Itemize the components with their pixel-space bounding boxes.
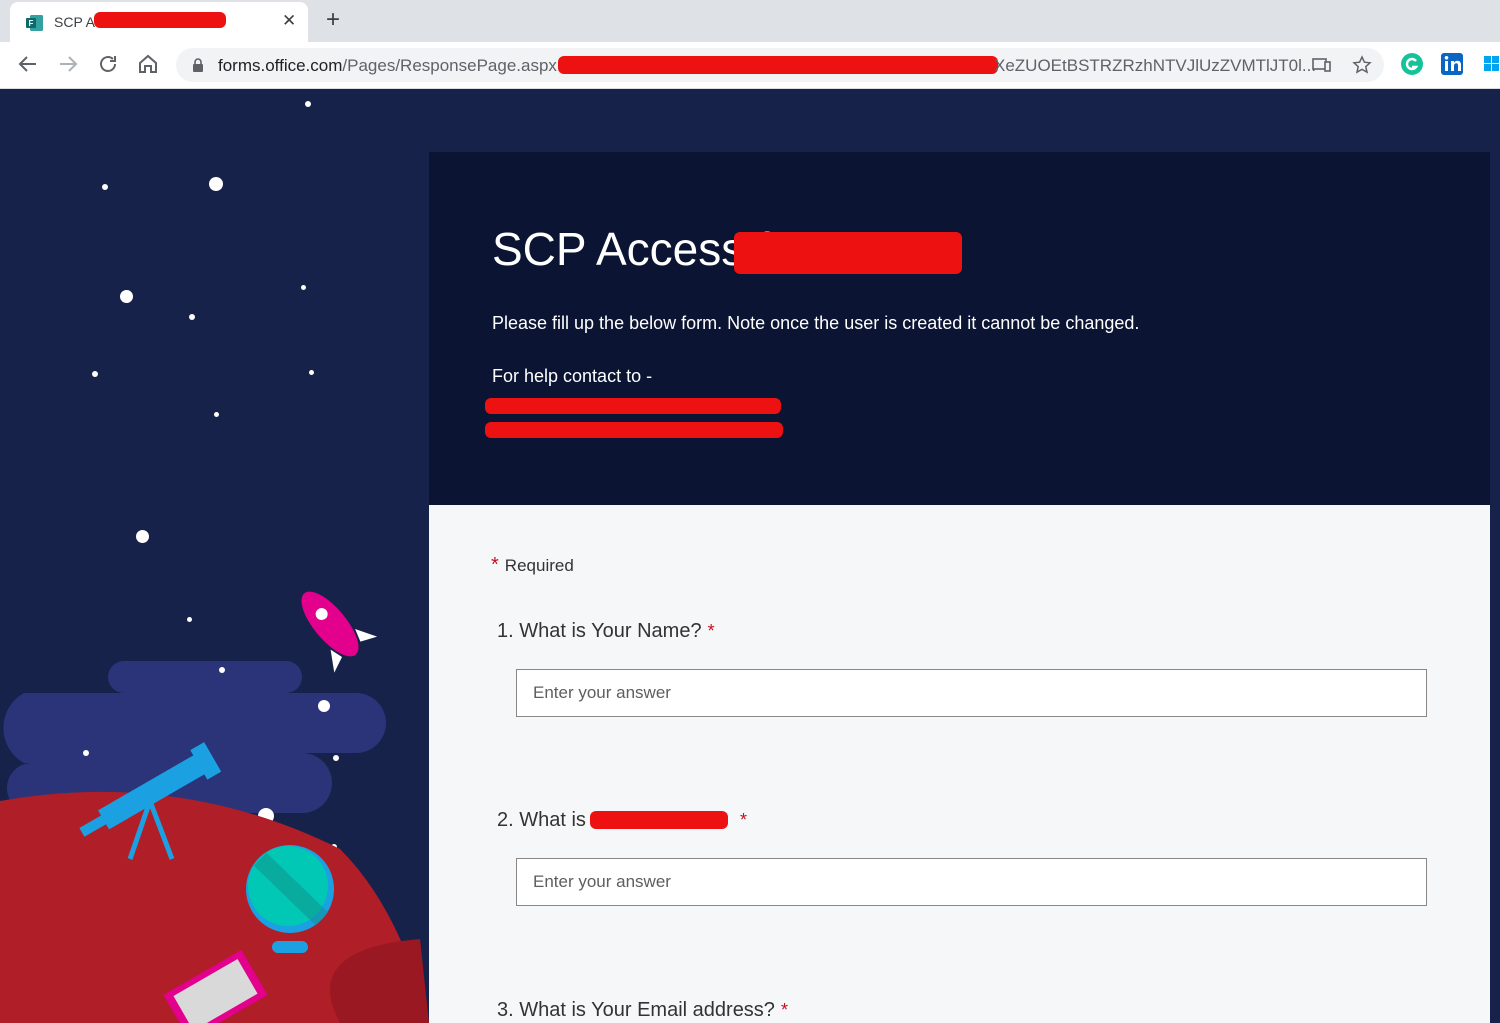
tab-strip: F SCP Access ✕ + xyxy=(0,0,1500,42)
address-bar[interactable]: forms.office.com/Pages/ResponsePage.aspx… xyxy=(176,48,1384,82)
form-body: *Required 1. What is Your Name?* 2. What… xyxy=(429,505,1490,1023)
lock-icon xyxy=(193,58,203,72)
reload-icon[interactable] xyxy=(96,52,120,76)
browser-tab[interactable]: F SCP Access ✕ xyxy=(10,2,308,42)
windows-icon[interactable] xyxy=(1482,52,1500,76)
new-tab-button[interactable]: + xyxy=(326,6,340,34)
help-contact-text: For help contact to - xyxy=(492,366,653,386)
planet-scene xyxy=(0,591,429,1023)
question-1: 1. What is Your Name? * xyxy=(497,620,715,643)
svg-text:F: F xyxy=(29,19,34,28)
question-number: 2. xyxy=(497,809,514,831)
required-marker: * xyxy=(707,621,715,641)
required-marker: * xyxy=(739,810,747,830)
forms-app-icon: F xyxy=(26,15,43,31)
form-header: SCP Access for Please fill up the below … xyxy=(429,152,1490,505)
home-icon[interactable] xyxy=(136,52,160,76)
linkedin-icon[interactable] xyxy=(1440,52,1464,76)
bookmark-star-icon[interactable] xyxy=(1352,55,1372,75)
close-tab-icon[interactable]: ✕ xyxy=(282,11,296,31)
url-tail: XeZUOEtBSTRZRzhNTVJlUzZVMTlJT0l... xyxy=(994,56,1317,75)
grammarly-icon[interactable] xyxy=(1400,52,1424,76)
question-number: 1. xyxy=(497,620,514,642)
question-text: What is Your Email address? xyxy=(519,999,775,1021)
name-input[interactable] xyxy=(516,669,1427,717)
browser-toolbar: forms.office.com/Pages/ResponsePage.aspx… xyxy=(0,42,1500,89)
forms-page: SCP Access for Please fill up the below … xyxy=(0,89,1500,1023)
required-label: Required xyxy=(504,556,574,575)
form-description: Please fill up the below form. Note once… xyxy=(492,313,1140,333)
forward-arrow-icon[interactable] xyxy=(56,52,80,76)
redaction-mark xyxy=(485,398,781,414)
question-text: What is Your Name? xyxy=(519,620,702,642)
redaction-mark xyxy=(734,232,962,274)
question-2-input[interactable] xyxy=(516,858,1427,906)
question-number: 3. xyxy=(497,999,514,1021)
url-host: forms.office.com xyxy=(218,56,343,75)
required-marker: * xyxy=(780,1000,788,1020)
url-text: forms.office.com/Pages/ResponsePage.aspx xyxy=(218,56,557,76)
redaction-mark xyxy=(558,56,998,74)
redaction-mark xyxy=(485,422,783,438)
required-note: * Required xyxy=(491,554,574,577)
back-arrow-icon[interactable] xyxy=(16,52,40,76)
space-illustration xyxy=(0,89,429,1023)
redaction-mark xyxy=(94,12,226,28)
url-path: /Pages/ResponsePage.aspx xyxy=(342,56,557,75)
question-text: What is xyxy=(519,809,586,831)
cast-device-icon[interactable] xyxy=(1312,57,1332,73)
required-marker: * xyxy=(491,554,499,576)
question-3: 3. What is Your Email address? * xyxy=(497,999,788,1022)
redaction-mark xyxy=(590,811,728,829)
